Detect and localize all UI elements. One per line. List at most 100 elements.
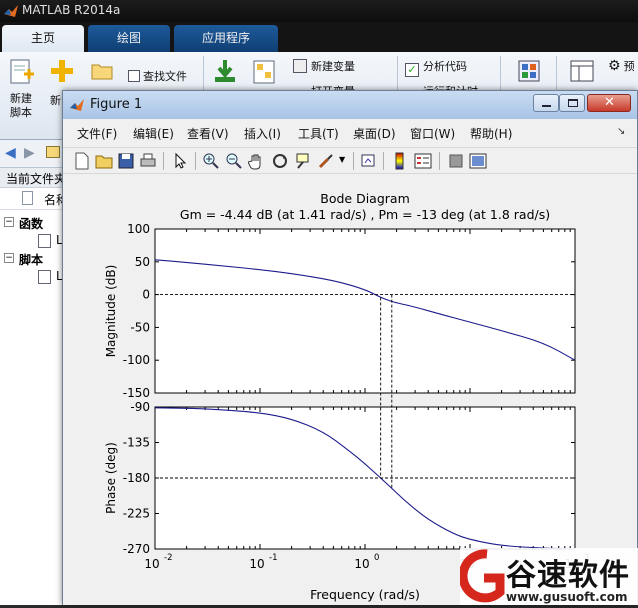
menu-edit[interactable]: 编辑(E) bbox=[133, 125, 174, 142]
matlab-logo-icon bbox=[70, 99, 84, 111]
rotate-3d-icon[interactable] bbox=[271, 152, 289, 170]
figure-toolbar: ▼ bbox=[63, 147, 637, 174]
tree-group-scripts[interactable]: − 脚本 bbox=[0, 250, 70, 268]
figure-canvas[interactable]: Bode Diagram Gm = -4.44 dB (at 1.41 rad/… bbox=[63, 175, 637, 605]
menu-help[interactable]: 帮助(H) bbox=[470, 125, 512, 142]
legend-icon[interactable] bbox=[414, 152, 432, 170]
menu-desktop[interactable]: 桌面(D) bbox=[353, 125, 396, 142]
import-data-button[interactable] bbox=[212, 58, 238, 84]
simulink-button[interactable] bbox=[518, 60, 540, 82]
x-tick-exponent: -1 bbox=[269, 553, 277, 563]
find-files-label: 查找文件 bbox=[143, 70, 187, 83]
menubar-arrow-icon[interactable]: ↘ bbox=[617, 126, 625, 137]
minimize-button[interactable] bbox=[533, 94, 559, 112]
link-plot-icon[interactable] bbox=[360, 152, 378, 170]
panel-title: 当前文件夹 bbox=[0, 168, 70, 188]
back-arrow-icon[interactable]: ◀ bbox=[5, 145, 16, 161]
minimize-icon bbox=[542, 105, 551, 107]
zoom-in-icon[interactable] bbox=[202, 152, 220, 170]
open-folder-button[interactable] bbox=[91, 62, 113, 80]
maximize-icon bbox=[568, 99, 578, 107]
figure-menubar: 文件(F) 编辑(E) 查看(V) 插入(I) 工具(T) 桌面(D) 窗口(W… bbox=[63, 119, 637, 147]
close-button[interactable]: ✕ bbox=[587, 94, 631, 112]
pointer-icon[interactable] bbox=[171, 152, 189, 170]
new-script-button[interactable] bbox=[8, 58, 38, 86]
check-icon: ✓ bbox=[405, 63, 419, 77]
layout-button[interactable] bbox=[570, 60, 594, 82]
tab-plots[interactable]: 绘图 bbox=[88, 25, 170, 52]
matlab-logo-icon bbox=[4, 5, 18, 17]
open-file-icon[interactable] bbox=[95, 152, 113, 170]
find-files-button[interactable]: 查找文件 bbox=[128, 68, 198, 84]
brush-dropdown-icon[interactable]: ▼ bbox=[339, 155, 345, 164]
address-bar: ◀ ▶ bbox=[0, 140, 70, 168]
watermark-logo: 谷速软件 www.gusuoft.com bbox=[458, 548, 638, 605]
folder-icon bbox=[91, 64, 113, 80]
phase-ylabel: Phase (deg) bbox=[104, 442, 118, 514]
brush-icon[interactable] bbox=[317, 152, 335, 170]
maximize-button[interactable] bbox=[559, 94, 585, 112]
y-tick-label: -225 bbox=[123, 507, 150, 521]
preferences-button[interactable]: ⚙ 预 bbox=[608, 58, 638, 74]
close-icon: ✕ bbox=[604, 95, 615, 110]
y-tick-label: -90 bbox=[130, 400, 150, 414]
y-tick-label: -180 bbox=[123, 471, 150, 485]
new-figure-icon[interactable] bbox=[73, 152, 91, 170]
frequency-xlabel: Frequency (rad/s) bbox=[310, 587, 420, 602]
show-plot-tools-icon[interactable] bbox=[469, 152, 487, 170]
watermark-brand: 谷速软件 bbox=[506, 558, 630, 593]
tab-apps[interactable]: 应用程序 bbox=[174, 25, 278, 52]
import-arrow-icon bbox=[215, 60, 235, 82]
analyze-code-button[interactable]: ✓ 分析代码 bbox=[405, 58, 485, 77]
data-cursor-icon[interactable] bbox=[294, 152, 312, 170]
bode-plot[interactable]: Bode Diagram Gm = -4.44 dB (at 1.41 rad/… bbox=[63, 175, 637, 605]
menu-window[interactable]: 窗口(W) bbox=[410, 125, 455, 142]
y-tick-label: -270 bbox=[123, 542, 150, 556]
menu-view[interactable]: 查看(V) bbox=[187, 125, 229, 142]
new-variable-button[interactable]: 新建变量 bbox=[293, 58, 373, 74]
hide-plot-tools-icon[interactable] bbox=[447, 152, 465, 170]
script-file-icon bbox=[38, 270, 51, 284]
colorbar-icon[interactable] bbox=[391, 152, 409, 170]
grid-icon bbox=[518, 60, 540, 82]
tree-group-functions[interactable]: − 函数 bbox=[0, 214, 70, 232]
x-tick-label: 10 bbox=[144, 557, 159, 571]
zoom-out-icon[interactable] bbox=[225, 152, 243, 170]
magnitude-axes[interactable] bbox=[154, 228, 576, 394]
new-button[interactable] bbox=[49, 58, 75, 84]
menu-insert[interactable]: 插入(I) bbox=[244, 125, 281, 142]
pan-hand-icon[interactable] bbox=[248, 152, 266, 170]
column-header-name[interactable]: 名称 bbox=[0, 188, 70, 210]
function-file-icon bbox=[38, 234, 51, 248]
menu-tools[interactable]: 工具(T) bbox=[298, 125, 339, 142]
y-tick-label: -50 bbox=[130, 320, 150, 334]
print-icon[interactable] bbox=[139, 152, 157, 170]
toolbar-divider bbox=[195, 152, 196, 170]
tab-home[interactable]: 主页 bbox=[2, 25, 84, 52]
file-icon bbox=[22, 191, 33, 205]
y-tick-label: -150 bbox=[123, 386, 150, 400]
new-variable-icon bbox=[293, 59, 307, 73]
forward-arrow-icon[interactable]: ▶ bbox=[24, 145, 35, 161]
y-tick-label: -135 bbox=[123, 436, 150, 450]
find-files-icon bbox=[128, 70, 140, 82]
up-folder-icon[interactable] bbox=[46, 146, 60, 158]
chart-title: Bode Diagram bbox=[320, 191, 410, 206]
y-tick-label: 50 bbox=[135, 255, 150, 269]
tree-item[interactable]: L bbox=[0, 268, 70, 286]
new-label: 新 bbox=[50, 94, 61, 107]
save-workspace-button[interactable] bbox=[253, 60, 275, 84]
menu-file[interactable]: 文件(F) bbox=[77, 125, 117, 142]
x-tick-label: 10 bbox=[249, 557, 264, 571]
new-script-label: 新建 脚本 bbox=[10, 92, 32, 119]
matlab-titlebar: MATLAB R2014a bbox=[0, 0, 638, 22]
toolbar-divider bbox=[163, 152, 164, 170]
new-variable-label: 新建变量 bbox=[311, 60, 355, 73]
analyze-code-label: 分析代码 bbox=[423, 60, 467, 73]
tree-item[interactable]: L bbox=[0, 232, 70, 250]
current-folder-panel: 当前文件夹 名称 − 函数 L − 脚本 L bbox=[0, 168, 70, 605]
ribbon-tabs: 主页 绘图 应用程序 bbox=[0, 22, 638, 52]
x-tick-exponent: 0 bbox=[374, 553, 379, 563]
figure-titlebar[interactable]: Figure 1 ✕ bbox=[63, 91, 637, 119]
save-icon[interactable] bbox=[117, 152, 135, 170]
